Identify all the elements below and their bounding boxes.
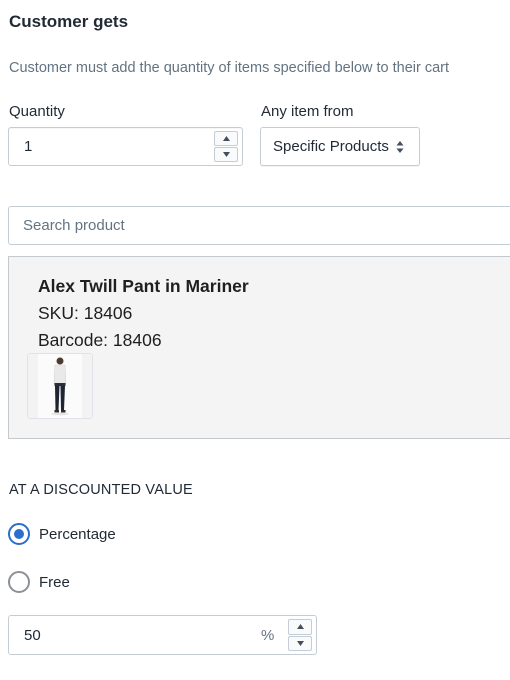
quantity-stepper-controls (214, 131, 238, 162)
any-item-selected-value: Specific Products (273, 138, 389, 155)
product-barcode: Barcode: 18406 (38, 330, 162, 350)
product-card: Alex Twill Pant in Mariner SKU: 18406 Ba… (8, 256, 510, 439)
search-product-field[interactable] (8, 206, 510, 245)
increment-button[interactable] (214, 131, 238, 146)
percentage-label: Percentage (39, 525, 116, 543)
product-name: Alex Twill Pant in Mariner (38, 276, 249, 296)
percentage-option[interactable]: Percentage (8, 523, 116, 545)
free-radio[interactable] (8, 571, 30, 593)
caret-up-icon (222, 136, 230, 141)
product-sku: SKU: 18406 (38, 303, 133, 323)
caret-down-icon (222, 152, 230, 157)
any-item-select[interactable]: Specific Products (260, 127, 420, 166)
product-model-image (28, 354, 92, 418)
caret-up-icon (296, 624, 304, 630)
discount-stepper-controls (288, 619, 312, 651)
product-thumbnail (27, 353, 93, 419)
any-item-label: Any item from (261, 103, 354, 120)
quantity-value[interactable]: 1 (24, 138, 32, 155)
discount-decrement-button[interactable] (288, 635, 312, 651)
select-chevron-icon (396, 140, 404, 154)
section-subtitle: Customer must add the quantity of items … (9, 60, 450, 76)
decrement-button[interactable] (214, 147, 238, 162)
percent-suffix: % (261, 627, 275, 644)
discount-section-title: AT A DISCOUNTED VALUE (9, 482, 193, 498)
quantity-label: Quantity (9, 103, 65, 120)
discount-increment-button[interactable] (288, 619, 312, 635)
search-input[interactable] (9, 207, 510, 244)
discount-value[interactable]: 50 (24, 627, 41, 644)
caret-down-icon (296, 640, 304, 646)
free-option[interactable]: Free (8, 571, 70, 593)
quantity-stepper[interactable]: 1 (8, 127, 243, 166)
discount-percentage-stepper[interactable]: 50 % (8, 615, 317, 655)
free-label: Free (39, 573, 70, 591)
section-title: Customer gets (9, 12, 129, 31)
percentage-radio[interactable] (8, 523, 30, 545)
